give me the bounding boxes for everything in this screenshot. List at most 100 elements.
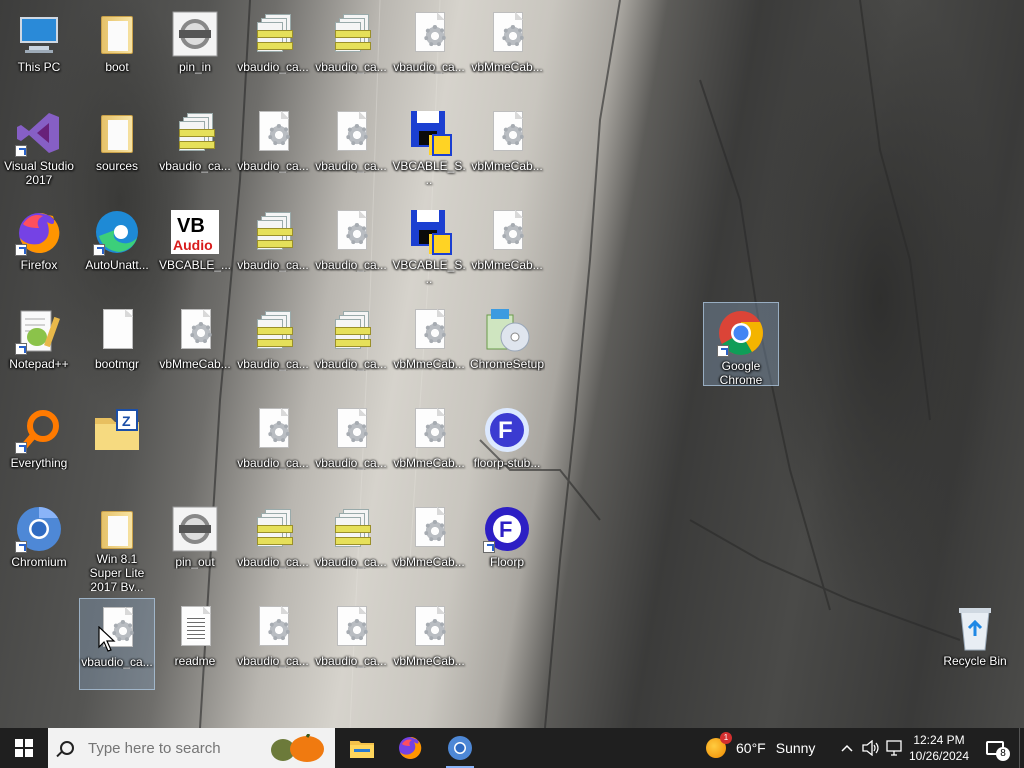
desktop-icon-pin-out[interactable]: pin_out: [157, 499, 233, 591]
desktop-icon-win-8-1-super-lite-2017-by[interactable]: Win 8.1 Super Lite 2017 By...: [79, 499, 155, 591]
desktop-icon-label: vbaudio_ca...: [315, 654, 387, 668]
desktop-icon-vbmmecab[interactable]: vbMmeCab...: [469, 202, 545, 294]
desktop-icon-vbmmecab[interactable]: vbMmeCab...: [391, 400, 467, 492]
desktop-icon-label: vbaudio_ca...: [315, 555, 387, 569]
sun-icon: 1: [706, 732, 732, 758]
everything-icon: [15, 406, 63, 454]
show-hidden-icons-button[interactable]: [838, 728, 856, 768]
desktop-icon-label: vbaudio_ca...: [237, 357, 309, 371]
desktop-icon-floorp[interactable]: F Floorp: [469, 499, 545, 591]
blank-icon: [93, 307, 141, 355]
clock-date: 10/26/2024: [908, 749, 970, 763]
shortcut-arrow-icon: [483, 541, 495, 553]
weather-condition: Sunny: [775, 740, 816, 756]
desktop-icon-vbaudio-ca[interactable]: vbaudio_ca...: [235, 103, 311, 195]
desktop-icon-vbcable[interactable]: VB Audio VBCABLE_...: [157, 202, 233, 294]
desktop-icon-vbaudio-ca[interactable]: vbaudio_ca...: [313, 400, 389, 492]
taskbar-chromium[interactable]: [436, 728, 484, 768]
desktop-icon-firefox[interactable]: Firefox: [1, 202, 77, 294]
cab-icon: [327, 307, 375, 355]
desktop-icon-everything[interactable]: Everything: [1, 400, 77, 492]
desktop-icon-vbaudio-ca[interactable]: vbaudio_ca...: [313, 202, 389, 294]
desktop-icon-vbaudio-ca[interactable]: vbaudio_ca...: [391, 4, 467, 96]
start-button[interactable]: [0, 728, 48, 768]
desktop-icon-vbmmecab[interactable]: vbMmeCab...: [469, 4, 545, 96]
desktop-icon-autounatt[interactable]: AutoUnatt...: [79, 202, 155, 294]
desktop-icon-vbaudio-ca[interactable]: vbaudio_ca...: [235, 202, 311, 294]
desktop-icon-vbmmecab[interactable]: vbMmeCab...: [391, 598, 467, 690]
desktop-icon-label: vbMmeCab...: [471, 60, 543, 74]
desktop-icon-label: vbMmeCab...: [159, 357, 231, 371]
setup-icon: [327, 109, 375, 157]
desktop-icon-google-chrome[interactable]: Google Chrome: [703, 302, 779, 386]
desktop-icon-vbaudio-ca[interactable]: vbaudio_ca...: [313, 499, 389, 591]
desktop-icon-label: boot: [105, 60, 129, 74]
desktop-icon-vbmmecab[interactable]: vbMmeCab...: [157, 301, 233, 393]
desktop-icon-chromesetup[interactable]: ChromeSetup: [469, 301, 545, 393]
desktop-icon-vbaudio-ca[interactable]: vbaudio_ca...: [157, 103, 233, 195]
desktop-icon-vbcable-s[interactable]: VBCABLE_S...: [391, 103, 467, 195]
desktop-icon-vbaudio-ca[interactable]: vbaudio_ca...: [235, 4, 311, 96]
desktop-icon-label: vbaudio_ca...: [237, 60, 309, 74]
firefox-icon: [15, 208, 63, 256]
show-desktop-button[interactable]: [1019, 728, 1024, 768]
installer-icon: [405, 208, 453, 256]
desktop-icon-pin-in[interactable]: pin_in: [157, 4, 233, 96]
desktop-icon-notepad[interactable]: Notepad++: [1, 301, 77, 393]
desktop-icon-chromium[interactable]: Chromium: [1, 499, 77, 591]
desktop-icon-label: vbaudio_ca...: [237, 456, 309, 470]
desktop-icon-vbaudio-ca[interactable]: vbaudio_ca...: [235, 400, 311, 492]
desktop-icon-label: vbMmeCab...: [471, 159, 543, 173]
desktop-icon-vbmmecab[interactable]: vbMmeCab...: [391, 301, 467, 393]
desktop-icon-zipfolder[interactable]: Z: [79, 400, 155, 492]
desktop-icon-vbaudio-ca[interactable]: vbaudio_ca...: [79, 598, 155, 690]
desktop-icon-vbaudio-ca[interactable]: vbaudio_ca...: [313, 4, 389, 96]
desktop-icon-vbmmecab[interactable]: vbMmeCab...: [391, 499, 467, 591]
desktop-icon-vbaudio-ca[interactable]: vbaudio_ca...: [235, 301, 311, 393]
desktop-icon-label: vbMmeCab...: [393, 456, 465, 470]
desktop-icon-this-pc[interactable]: This PC: [1, 4, 77, 96]
desktop-icon-sources[interactable]: sources: [79, 103, 155, 195]
desktop-icon-vbaudio-ca[interactable]: vbaudio_ca...: [313, 598, 389, 690]
desktop-icon-vbmmecab[interactable]: vbMmeCab...: [469, 103, 545, 195]
desktop-icon-vbcable-s[interactable]: VBCABLE_S...: [391, 202, 467, 294]
setup-icon: [405, 406, 453, 454]
desktop-icon-vbaudio-ca[interactable]: vbaudio_ca...: [313, 301, 389, 393]
desktop-icon-vbaudio-ca[interactable]: vbaudio_ca...: [235, 499, 311, 591]
taskbar-search-box[interactable]: [48, 728, 335, 768]
desktop-icon-recycle-bin[interactable]: Recycle Bin: [937, 598, 1013, 690]
search-input[interactable]: [86, 738, 250, 758]
setup-icon: [405, 505, 453, 553]
desktop-icon-label: ChromeSetup: [469, 357, 545, 371]
network-button[interactable]: [884, 728, 904, 768]
chromium-icon: [448, 736, 472, 760]
desktop-icon-visual-studio-2017[interactable]: Visual Studio 2017: [1, 103, 77, 195]
setup-icon: [249, 109, 297, 157]
chrome-icon: [717, 309, 765, 357]
desktop-icon-label: Chromium: [11, 555, 67, 569]
volume-button[interactable]: [860, 728, 882, 768]
setup-icon: [327, 406, 375, 454]
taskbar-firefox[interactable]: [386, 728, 434, 768]
desktop-icon-label: vbaudio_ca...: [315, 357, 387, 371]
desktop-icon-vbaudio-ca[interactable]: vbaudio_ca...: [313, 103, 389, 195]
shortcut-arrow-icon: [15, 145, 27, 157]
chromium-icon: [15, 505, 63, 553]
desktop-icon-vbaudio-ca[interactable]: vbaudio_ca...: [235, 598, 311, 690]
weather-widget[interactable]: 1 60°F Sunny: [706, 728, 815, 768]
audio-icon: [171, 505, 219, 553]
desktop-icon-boot[interactable]: boot: [79, 4, 155, 96]
desktop-icon-readme[interactable]: readme: [157, 598, 233, 690]
search-highlight-icon: [271, 734, 324, 762]
desktop-icon-label: AutoUnatt...: [85, 258, 149, 272]
desktop-icon-floorp-stub[interactable]: Ffloorp-stub...: [469, 400, 545, 492]
floorpstub-icon: F: [483, 406, 531, 454]
desktop-icon-label: Firefox: [20, 258, 58, 272]
desktop-icon-bootmgr[interactable]: bootmgr: [79, 301, 155, 393]
taskbar-file-explorer[interactable]: [338, 728, 386, 768]
taskbar-clock[interactable]: 12:24 PM 10/26/2024: [902, 728, 976, 768]
action-center-button[interactable]: 8: [980, 728, 1010, 768]
desktop-icon-label: Everything: [10, 456, 68, 470]
setup-icon: [483, 10, 531, 58]
recycle-icon: [951, 604, 999, 652]
